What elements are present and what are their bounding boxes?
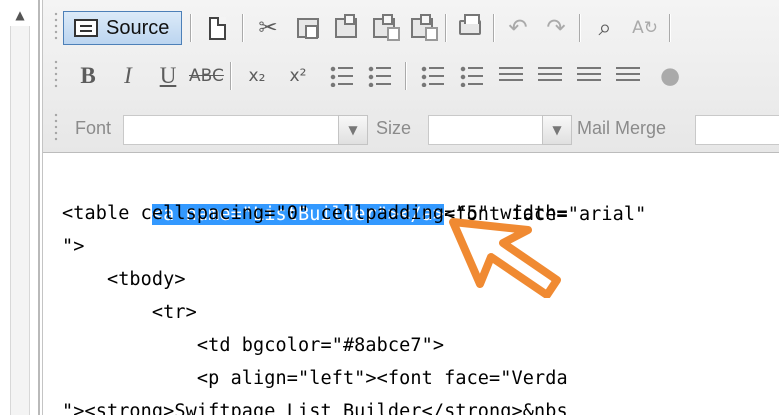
bold-button[interactable]: B	[71, 59, 105, 93]
scrollbar-track[interactable]	[10, 26, 30, 415]
toolbar-separator	[405, 62, 406, 90]
underline-icon: U	[159, 63, 177, 88]
source-button[interactable]: Source	[63, 11, 182, 45]
superscript-button[interactable]: x²	[281, 59, 315, 93]
font-select[interactable]	[123, 115, 368, 145]
numbered-list-icon	[330, 65, 355, 87]
align-center-button[interactable]	[533, 59, 567, 93]
strike-button[interactable]: ABC	[189, 59, 224, 93]
code-line-8[interactable]: "><strong>Swiftpage List Builder</strong…	[62, 395, 568, 415]
italic-icon: I	[124, 63, 132, 88]
bold-icon: B	[80, 63, 96, 88]
toolbar-separator	[669, 14, 670, 42]
strike-icon: ABC	[189, 66, 224, 86]
numbered-list-button[interactable]	[325, 59, 359, 93]
align-left-icon	[499, 67, 523, 85]
font-dropdown-button[interactable]: ▼	[338, 115, 368, 145]
subscript-icon: x₂	[248, 66, 266, 86]
underline-button[interactable]: U	[151, 59, 185, 93]
outdent-icon	[421, 65, 446, 87]
replace-button[interactable]: A↻	[628, 11, 662, 45]
code-line-4[interactable]: <tbody>	[62, 263, 186, 297]
undo-icon: ↶	[508, 15, 528, 41]
code-line-3[interactable]: ">	[62, 230, 84, 264]
redo-icon: ↷	[546, 15, 566, 41]
left-scrollbar[interactable]: ▲	[0, 0, 40, 415]
html-editor-window: ▲ Source ✂ ↶ ↷ ⌕ A↻ B I U ABC x₂ x² ● Fo…	[0, 0, 779, 415]
mail-merge-label: Mail Merge	[577, 118, 667, 138]
align-center-icon	[538, 67, 562, 85]
editor-toolbar: Source ✂ ↶ ↷ ⌕ A↻ B I U ABC x₂ x² ● Font…	[43, 0, 779, 153]
copy-icon	[297, 18, 319, 39]
justify-button[interactable]	[611, 59, 645, 93]
superscript-icon: x²	[289, 66, 307, 86]
size-dropdown-button[interactable]: ▼	[542, 115, 572, 145]
size-label: Size	[376, 118, 412, 138]
cut-icon: ✂	[258, 15, 278, 41]
align-right-button[interactable]	[572, 59, 606, 93]
new-page-icon	[209, 17, 226, 40]
indent-icon	[460, 65, 485, 87]
replace-icon: A↻	[632, 18, 658, 38]
toolbar-separator	[445, 14, 446, 42]
editor-shell: Source ✂ ↶ ↷ ⌕ A↻ B I U ABC x₂ x² ● Font…	[42, 0, 779, 415]
mail-merge-select[interactable]	[695, 115, 779, 145]
new-page-button[interactable]	[201, 11, 235, 45]
paste-text-icon	[411, 14, 438, 41]
paste-word-button[interactable]	[367, 11, 401, 45]
font-label: Font	[75, 118, 112, 138]
color-icon: ●	[659, 63, 681, 89]
print-icon	[459, 14, 481, 35]
paste-button[interactable]	[329, 11, 363, 45]
chevron-down-icon: ▼	[348, 123, 358, 137]
italic-button[interactable]: I	[111, 59, 145, 93]
code-line-5[interactable]: <tr>	[62, 296, 197, 330]
subscript-button[interactable]: x₂	[240, 59, 274, 93]
toolbar-separator	[190, 14, 191, 42]
paste-word-icon	[373, 14, 400, 41]
paste-icon	[335, 14, 357, 38]
redo-button[interactable]: ↷	[539, 11, 573, 45]
source-label: Source	[106, 17, 170, 39]
toolbar-row-fields: Font ▼ Size ▼ Mail Merge	[43, 105, 779, 151]
code-line-7[interactable]: <p align="left"><font face="Verda	[62, 362, 568, 396]
scroll-up-icon[interactable]: ▲	[0, 6, 40, 24]
toolbar-separator	[579, 14, 580, 42]
find-button[interactable]: ⌕	[588, 11, 622, 45]
find-icon: ⌕	[598, 15, 612, 41]
color-button[interactable]: ●	[653, 59, 687, 93]
toolbar-separator	[242, 14, 243, 42]
print-button[interactable]	[453, 11, 487, 45]
bulleted-list-button[interactable]	[363, 59, 397, 93]
toolbar-separator	[493, 14, 494, 42]
cut-button[interactable]: ✂	[251, 11, 285, 45]
toolbar-grip-icon[interactable]	[53, 11, 59, 41]
toolbar-row-formatting: B I U ABC x₂ x² ●	[43, 52, 779, 98]
code-line-6[interactable]: <td bgcolor="#8abce7">	[62, 329, 444, 363]
paste-text-button[interactable]	[405, 11, 439, 45]
justify-icon	[616, 67, 640, 85]
outdent-button[interactable]	[416, 59, 450, 93]
copy-button[interactable]	[291, 11, 325, 45]
source-icon	[74, 19, 98, 37]
toolbar-row-actions: Source ✂ ↶ ↷ ⌕ A↻	[43, 4, 779, 50]
chevron-down-icon: ▼	[552, 123, 562, 137]
align-left-button[interactable]	[494, 59, 528, 93]
toolbar-grip-icon[interactable]	[53, 59, 59, 89]
bulleted-list-icon	[368, 65, 393, 87]
toolbar-separator	[230, 62, 231, 90]
align-right-icon	[577, 67, 601, 85]
indent-button[interactable]	[455, 59, 489, 93]
source-code-area[interactable]: <a name="ListBuilder"></a><font face="ar…	[43, 154, 779, 415]
toolbar-grip-icon[interactable]	[53, 112, 59, 142]
undo-button[interactable]: ↶	[501, 11, 535, 45]
code-line-2[interactable]: <table cellspacing="0" cellpadding="5" w…	[62, 197, 568, 231]
